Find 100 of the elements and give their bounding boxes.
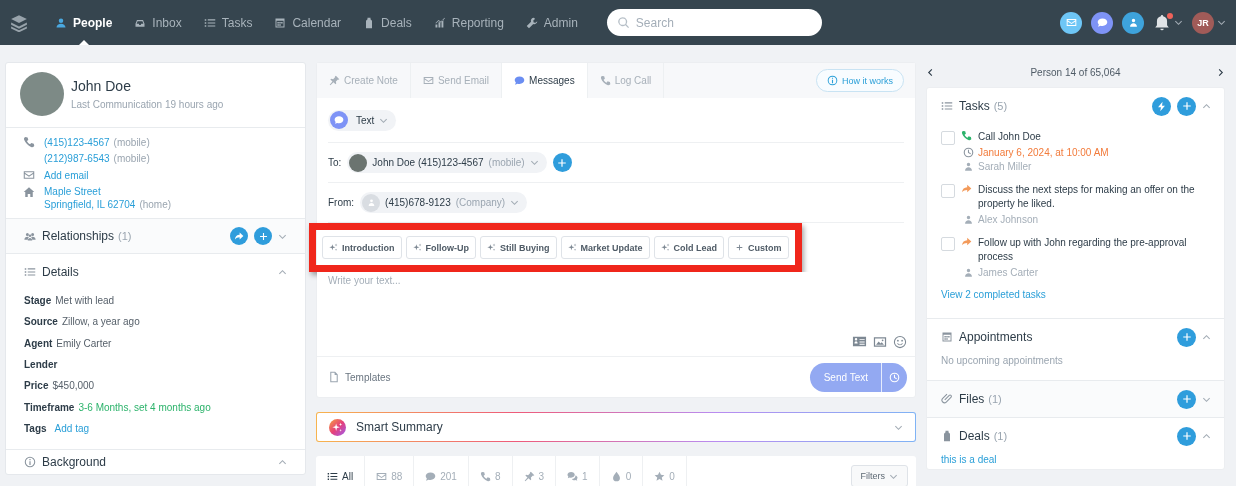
action-plan-button[interactable] bbox=[1152, 96, 1171, 116]
deal-link[interactable]: this is a deal bbox=[941, 454, 1211, 469]
add-email-link[interactable]: Add email bbox=[44, 169, 89, 181]
merge-button[interactable] bbox=[230, 227, 248, 245]
chevron-up-icon[interactable] bbox=[278, 457, 287, 467]
person-icon bbox=[963, 161, 974, 172]
nav-tab[interactable]: Reporting bbox=[422, 0, 515, 45]
view-completed-link[interactable]: View 2 completed tasks bbox=[941, 283, 1211, 318]
plus-icon bbox=[1180, 393, 1193, 405]
field-value: Emily Carter bbox=[56, 337, 112, 349]
field-label: Price bbox=[24, 380, 49, 392]
chevron-up-icon[interactable] bbox=[1202, 332, 1211, 342]
person-icon bbox=[963, 267, 974, 278]
task-assignee: James Carter bbox=[978, 267, 1038, 278]
activity-tab[interactable]: All bbox=[316, 456, 366, 486]
emoji-icon[interactable] bbox=[893, 334, 907, 349]
mail-button[interactable] bbox=[1060, 11, 1082, 34]
chevron-up-icon[interactable] bbox=[1202, 101, 1211, 111]
list-icon bbox=[203, 16, 216, 29]
add-recipient-button[interactable] bbox=[552, 153, 572, 172]
calendar-icon bbox=[941, 331, 953, 343]
add-button[interactable] bbox=[1177, 327, 1196, 347]
task-assignee: Sarah Miller bbox=[978, 161, 1032, 172]
nav-tab[interactable]: People bbox=[44, 0, 124, 45]
plus-icon bbox=[257, 230, 269, 242]
field-label: Source bbox=[24, 316, 58, 328]
person-icon bbox=[1127, 17, 1139, 28]
activity-tab[interactable]: 1 bbox=[556, 456, 600, 486]
add-tag-link[interactable]: Add tag bbox=[54, 422, 90, 434]
chat-bubble-icon bbox=[1096, 17, 1108, 28]
avatar-photo-placeholder bbox=[349, 153, 368, 172]
add-button[interactable] bbox=[1177, 389, 1196, 409]
task-title[interactable]: Call John Doe bbox=[978, 130, 1109, 144]
section-title: Background bbox=[42, 455, 107, 470]
section-title: Files bbox=[959, 392, 985, 406]
address-link[interactable]: Springfield, IL 62704 bbox=[44, 199, 136, 210]
how-it-works-button[interactable]: How it works bbox=[816, 69, 904, 92]
composer-tab[interactable]: Messages bbox=[502, 63, 588, 98]
sender-dropdown[interactable]: (415)678-9123 (Company) bbox=[360, 192, 528, 213]
phone-icon bbox=[479, 470, 491, 482]
from-label: From: bbox=[328, 197, 355, 208]
nav-tab[interactable]: Deals bbox=[352, 0, 423, 45]
nav-tab[interactable]: Admin bbox=[514, 0, 589, 45]
phone-link[interactable]: (415)123-4567 bbox=[44, 136, 110, 148]
field-label: Lender bbox=[24, 359, 58, 371]
phone-type: (mobile) bbox=[113, 153, 150, 164]
logo-icon[interactable] bbox=[10, 13, 28, 32]
plus-icon bbox=[1180, 331, 1193, 343]
quick-reply-chip[interactable]: Follow-Up bbox=[405, 236, 476, 259]
add-button[interactable] bbox=[1177, 426, 1196, 446]
activity-tab[interactable]: 0 bbox=[643, 456, 687, 486]
quick-reply-chip[interactable]: Still Buying bbox=[480, 236, 557, 259]
task-checkbox[interactable] bbox=[941, 237, 955, 251]
nav-tab[interactable]: Calendar bbox=[263, 0, 353, 45]
smart-summary-bar[interactable]: Smart Summary bbox=[316, 412, 916, 442]
quick-reply-chip[interactable]: Market Update bbox=[560, 236, 650, 259]
quick-reply-chip[interactable]: Custom bbox=[728, 236, 789, 259]
bar-chart-icon bbox=[433, 16, 446, 29]
quick-reply-chip[interactable]: Introduction bbox=[322, 236, 402, 259]
activity-tab[interactable]: 0 bbox=[599, 456, 644, 486]
chevron-up-icon[interactable] bbox=[1202, 431, 1211, 441]
to-label: To: bbox=[328, 157, 342, 168]
task-due-date: January 6, 2024, at 10:00 AM bbox=[978, 147, 1109, 158]
channel-dropdown[interactable]: Text bbox=[328, 109, 397, 131]
field-value: 3-6 Months, set 4 months ago bbox=[78, 401, 211, 413]
section-count: (1) bbox=[988, 393, 1002, 405]
chevron-up-icon[interactable] bbox=[278, 267, 287, 277]
add-button[interactable] bbox=[1177, 96, 1196, 116]
templates-button[interactable]: Templates bbox=[328, 371, 391, 383]
section-count: (1) bbox=[118, 230, 132, 242]
section-title: Tasks bbox=[959, 99, 990, 113]
field-label: Stage bbox=[24, 295, 52, 307]
wrench-icon bbox=[525, 16, 538, 29]
image-icon[interactable] bbox=[873, 334, 887, 349]
nav-tab[interactable]: Tasks bbox=[192, 0, 264, 45]
field-value: Zillow, a year ago bbox=[61, 316, 140, 328]
nav-tab[interactable]: Inbox bbox=[123, 0, 193, 45]
task-title[interactable]: Follow up with John regarding the pre-approval process bbox=[978, 236, 1211, 264]
contact-card-icon[interactable] bbox=[852, 334, 867, 349]
field-value: $450,000 bbox=[52, 380, 95, 392]
contact-button[interactable] bbox=[1122, 11, 1144, 34]
phone-link[interactable]: (212)987-6543 bbox=[44, 153, 110, 164]
quick-reply-chip[interactable]: Cold Lead bbox=[653, 236, 725, 259]
chat-button[interactable] bbox=[1091, 11, 1113, 34]
phone-icon bbox=[23, 136, 35, 148]
address-link[interactable]: Maple Street bbox=[44, 186, 172, 197]
user-avatar[interactable]: JR bbox=[1192, 11, 1214, 34]
task-checkbox[interactable] bbox=[941, 131, 955, 145]
section-count: (1) bbox=[993, 430, 1008, 442]
envelope-icon bbox=[422, 75, 434, 86]
search-field[interactable]: Search bbox=[606, 9, 822, 36]
recipient-dropdown[interactable]: John Doe (415)123-4567 (mobile) bbox=[347, 152, 547, 173]
notifications-button[interactable] bbox=[1153, 13, 1171, 32]
plus-icon bbox=[1180, 100, 1193, 112]
task-checkbox[interactable] bbox=[941, 184, 955, 198]
filters-dropdown[interactable]: Filters bbox=[850, 465, 908, 486]
add-button[interactable] bbox=[254, 227, 272, 245]
people-icon bbox=[24, 230, 36, 242]
task-title[interactable]: Discuss the next steps for making an offer on the property he liked. bbox=[978, 183, 1211, 211]
list-icon bbox=[941, 100, 953, 112]
